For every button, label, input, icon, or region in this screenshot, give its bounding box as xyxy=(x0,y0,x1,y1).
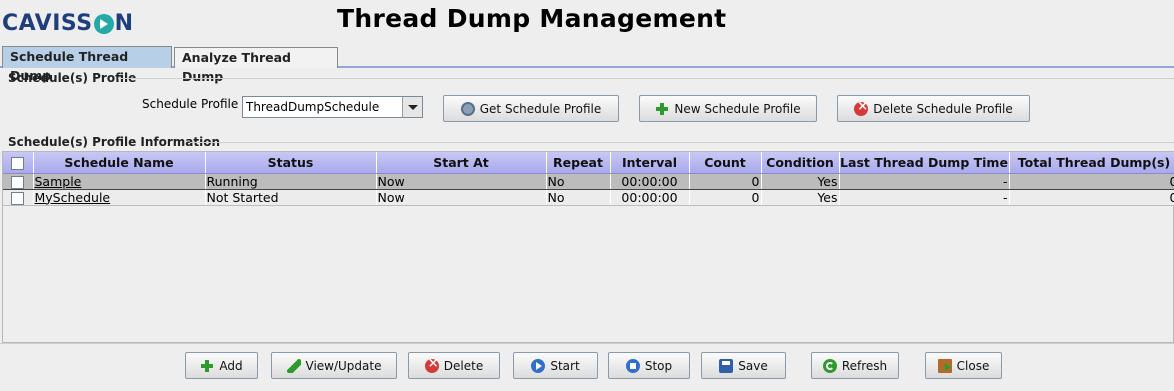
tab-bar: Schedule Thread Dump Analyze Thread Dump xyxy=(0,45,1174,84)
add-label: Add xyxy=(219,358,243,373)
col-total-thread-dumps[interactable]: Total Thread Dump(s) xyxy=(1009,152,1174,174)
close-label: Close xyxy=(956,358,990,373)
repeat-cell: No xyxy=(546,172,611,190)
select-all-header[interactable] xyxy=(3,152,34,174)
logo-text-right: N xyxy=(114,10,134,36)
table-row[interactable]: MySchedule Not Started Now No 00:00:00 0… xyxy=(3,189,1174,206)
plus-icon xyxy=(655,102,669,116)
tab-analyze-thread-dump[interactable]: Analyze Thread Dump xyxy=(174,47,338,84)
row-checkbox[interactable] xyxy=(11,191,25,204)
row-checkbox[interactable] xyxy=(11,175,25,188)
last-time-cell: - xyxy=(839,189,1010,206)
logo-text-left: CAVISS xyxy=(2,10,93,36)
schedule-name-link[interactable]: MySchedule xyxy=(35,190,111,205)
schedule-profile-label: Schedule Profile xyxy=(142,97,239,111)
logo-arrow-icon xyxy=(93,14,114,34)
interval-cell: 00:00:00 xyxy=(610,189,690,206)
repeat-cell: No xyxy=(546,189,611,206)
save-label: Save xyxy=(738,358,768,373)
col-count[interactable]: Count xyxy=(689,152,762,174)
col-interval[interactable]: Interval xyxy=(610,152,690,174)
schedule-profile-select[interactable]: ThreadDumpSchedule xyxy=(242,96,423,118)
count-cell: 0 xyxy=(689,172,762,190)
gear-icon xyxy=(460,101,475,116)
delete-label: Delete xyxy=(443,358,484,373)
count-cell: 0 xyxy=(689,189,762,206)
profile-section-heading: Schedule(s) Profile xyxy=(8,71,137,85)
status-cell: Running xyxy=(205,172,377,190)
refresh-button[interactable]: Refresh xyxy=(811,352,899,379)
chevron-down-icon[interactable] xyxy=(402,97,422,117)
add-button[interactable]: Add xyxy=(185,352,258,379)
view-update-button[interactable]: View/Update xyxy=(271,352,397,379)
col-schedule-name[interactable]: Schedule Name xyxy=(33,152,206,174)
schedule-table: Schedule Name Status Start At Repeat Int… xyxy=(2,151,1174,343)
view-update-label: View/Update xyxy=(305,358,382,373)
col-repeat[interactable]: Repeat xyxy=(546,152,611,174)
get-schedule-profile-label: Get Schedule Profile xyxy=(479,101,602,116)
get-schedule-profile-button[interactable]: Get Schedule Profile xyxy=(443,95,619,122)
interval-cell: 00:00:00 xyxy=(610,172,690,190)
start-at-cell: Now xyxy=(376,172,547,190)
save-disk-icon xyxy=(719,358,734,373)
save-button[interactable]: Save xyxy=(701,352,786,379)
profile-section-divider xyxy=(118,78,1174,79)
delete-schedule-profile-label: Delete Schedule Profile xyxy=(873,101,1013,116)
info-section-heading: Schedule(s) Profile Information xyxy=(8,135,221,149)
row-checkbox-cell[interactable] xyxy=(3,189,34,206)
start-at-cell: Now xyxy=(376,189,547,206)
status-cell: Not Started xyxy=(205,189,377,206)
schedule-name-link[interactable]: Sample xyxy=(35,174,82,188)
plus-icon xyxy=(200,359,214,373)
schedule-name-cell[interactable]: Sample xyxy=(33,172,206,190)
new-schedule-profile-button[interactable]: New Schedule Profile xyxy=(639,95,817,122)
new-schedule-profile-label: New Schedule Profile xyxy=(674,101,801,116)
condition-cell: Yes xyxy=(761,172,840,190)
total-cell: 0 xyxy=(1009,189,1174,206)
col-condition[interactable]: Condition xyxy=(761,152,840,174)
col-status[interactable]: Status xyxy=(205,152,377,174)
play-icon xyxy=(531,358,546,373)
col-last-thread-dump-time[interactable]: Last Thread Dump Time xyxy=(839,152,1010,174)
table-header-row: Schedule Name Status Start At Repeat Int… xyxy=(3,152,1174,174)
cavisson-logo: CAVISS N xyxy=(2,8,134,38)
schedule-profile-value: ThreadDumpSchedule xyxy=(246,100,380,114)
select-all-checkbox[interactable] xyxy=(11,157,25,170)
delete-icon xyxy=(854,99,869,116)
total-cell: 0 xyxy=(1009,172,1174,190)
stop-button[interactable]: Stop xyxy=(608,352,690,379)
stop-icon xyxy=(625,358,640,373)
footer-divider xyxy=(0,343,1174,344)
page-title: Thread Dump Management xyxy=(337,4,727,33)
refresh-label: Refresh xyxy=(841,358,888,373)
exit-door-icon xyxy=(937,358,952,373)
tab-schedule-thread-dump[interactable]: Schedule Thread Dump xyxy=(2,46,172,83)
delete-schedule-profile-button[interactable]: Delete Schedule Profile xyxy=(837,95,1030,122)
condition-cell: Yes xyxy=(761,189,840,206)
table-row[interactable]: Sample Running Now No 00:00:00 0 Yes - 0 xyxy=(3,172,1174,190)
row-checkbox-cell[interactable] xyxy=(3,172,34,190)
col-start-at[interactable]: Start At xyxy=(376,152,547,174)
close-button[interactable]: Close xyxy=(925,352,1002,379)
pencil-icon xyxy=(286,358,301,373)
start-button[interactable]: Start xyxy=(513,352,598,379)
delete-icon xyxy=(424,356,439,373)
start-label: Start xyxy=(550,358,580,373)
schedule-name-cell[interactable]: MySchedule xyxy=(33,189,206,206)
refresh-icon xyxy=(822,358,837,373)
stop-label: Stop xyxy=(644,358,673,373)
info-section-divider xyxy=(190,142,1174,143)
delete-button[interactable]: Delete xyxy=(408,352,500,379)
last-time-cell: - xyxy=(839,172,1010,190)
